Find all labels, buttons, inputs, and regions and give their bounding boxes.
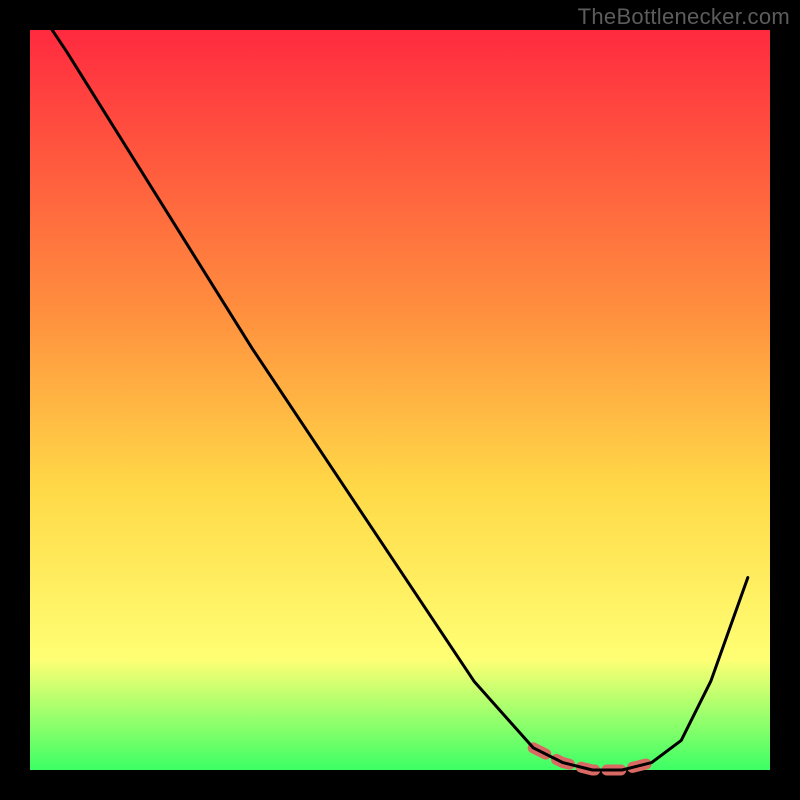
gradient-plot-area: [30, 30, 770, 770]
watermark-text: TheBottlenecker.com: [578, 4, 790, 30]
bottleneck-chart: [0, 0, 800, 800]
